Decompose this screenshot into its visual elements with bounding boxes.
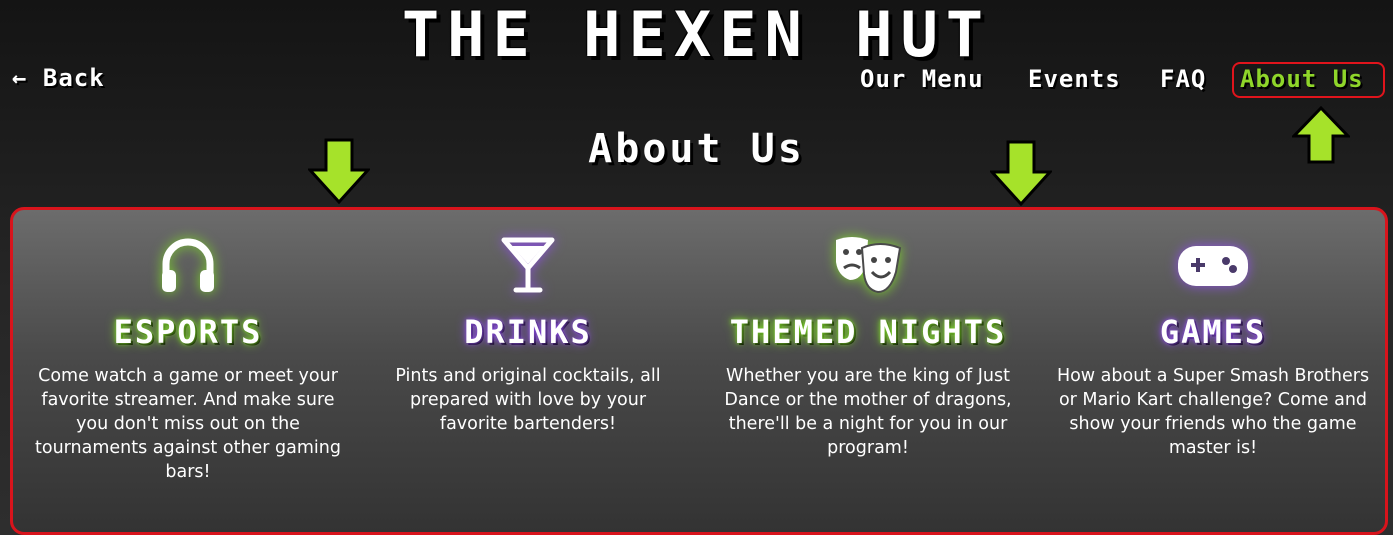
feature-title: GAMES (1159, 313, 1267, 351)
nav-item-our-menu[interactable]: Our Menu (860, 62, 984, 96)
feature-games: GAMES How about a Super Smash Brothers o… (1053, 234, 1373, 460)
feature-description: How about a Super Smash Brothers or Mari… (1056, 366, 1370, 458)
back-link[interactable]: ← Back (12, 64, 105, 92)
headphones-icon (162, 238, 214, 292)
feature-description: Pints and original cocktails, all prepar… (395, 366, 661, 434)
feature-description: Come watch a game or meet your favorite … (35, 366, 341, 482)
cocktail-icon (501, 237, 555, 293)
features-panel: ESPORTS Come watch a game or meet your f… (10, 207, 1388, 535)
nav-item-events[interactable]: Events (1028, 62, 1121, 96)
down-arrow-icon (308, 138, 370, 204)
feature-title: DRINKS (464, 313, 592, 351)
feature-drinks: DRINKS Pints and original cocktails, all… (383, 234, 673, 436)
gamepad-icon (1178, 246, 1248, 286)
down-arrow-icon (990, 140, 1052, 206)
feature-title: THEMED NIGHTS (729, 313, 1007, 351)
feature-themed-nights: THEMED NIGHTS Whether you are the king o… (713, 234, 1023, 460)
feature-title: ESPORTS (113, 313, 263, 351)
page-title: About Us (588, 126, 805, 172)
site-title: THE HEXEN HUT (401, 0, 992, 71)
nav-item-faq[interactable]: FAQ (1160, 62, 1206, 96)
feature-description: Whether you are the king of Just Dance o… (724, 366, 1012, 458)
about-us-highlight-box (1232, 62, 1385, 98)
feature-esports: ESPORTS Come watch a game or meet your f… (23, 234, 353, 484)
theater-masks-icon (836, 237, 902, 294)
